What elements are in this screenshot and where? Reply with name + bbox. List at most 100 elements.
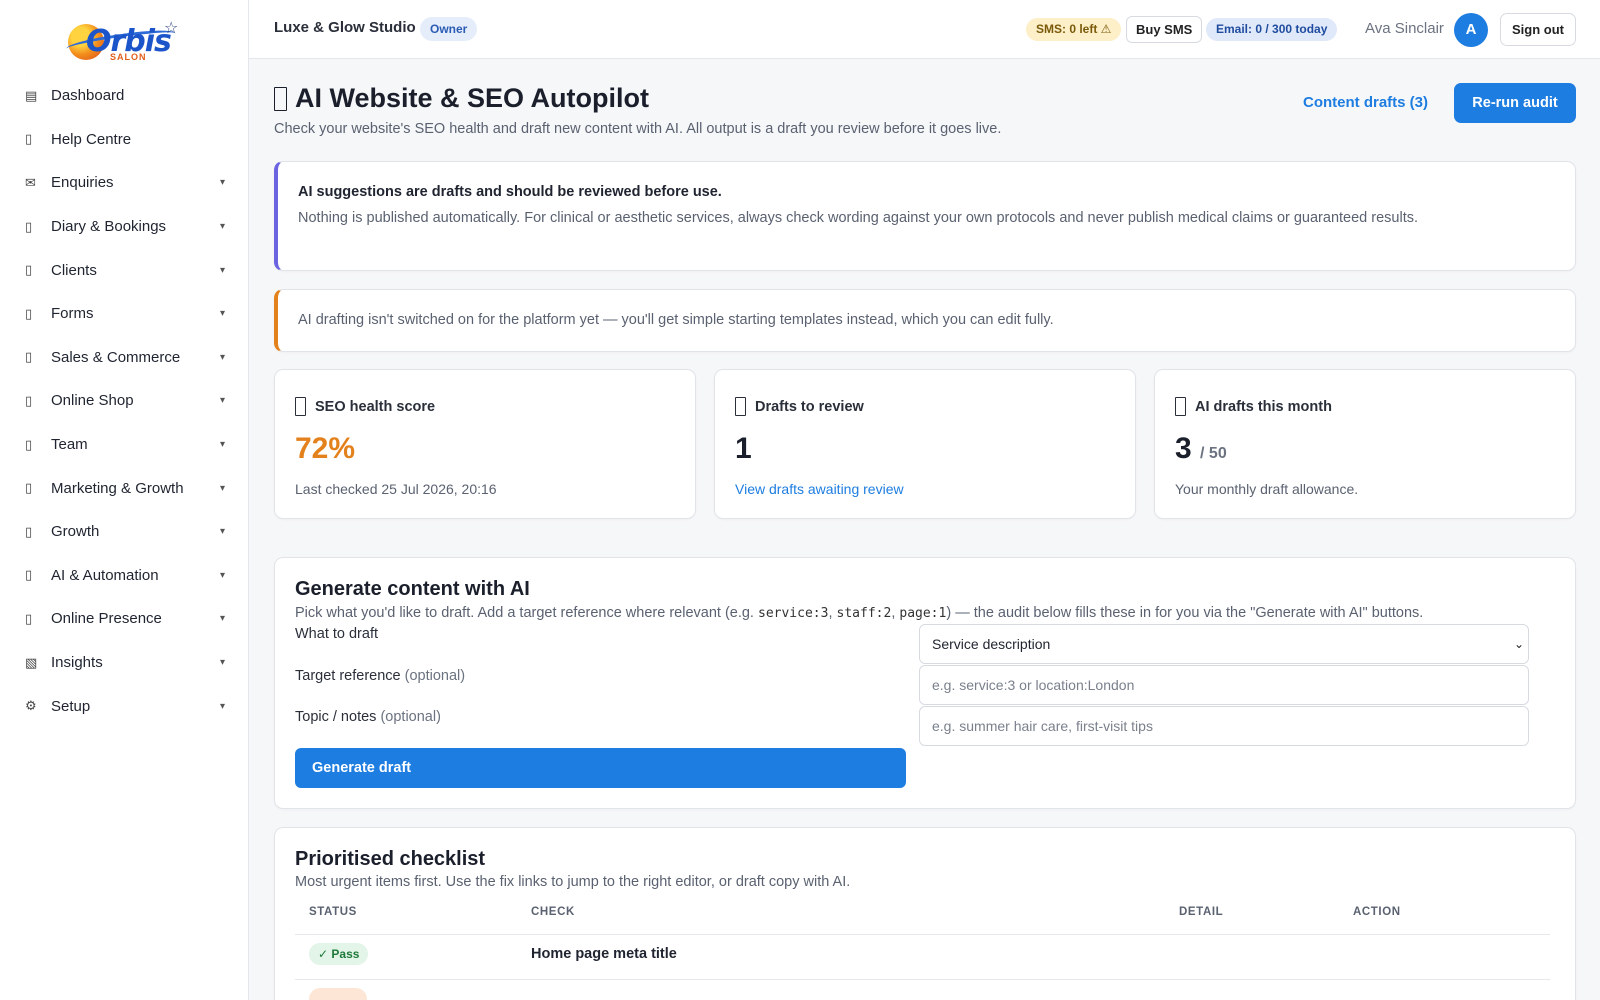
drafts-review-value: 1 (735, 432, 752, 465)
calendar-icon: ▯ (25, 218, 33, 234)
generate-draft-button[interactable]: Generate draft (295, 748, 906, 788)
envelope-icon: ✉ (25, 174, 36, 190)
sidebar-item-label: Marketing & Growth (51, 479, 184, 497)
status-badge: ✓ Pass (309, 943, 369, 965)
sidebar-item-label: AI & Automation (51, 566, 159, 584)
insights-icon: ▧ (25, 654, 38, 670)
gear-icon: ⚙ (25, 698, 37, 714)
seo-score-label: SEO health score (315, 398, 436, 415)
sidebar-item-team[interactable]: ▯ Team ▾ (0, 423, 249, 467)
optional-tag: (optional) (404, 668, 466, 684)
review-alert-heading: AI suggestions are drafts and should be … (298, 184, 722, 200)
studio-name: Luxe & Glow Studio (274, 19, 416, 36)
drafts-review-label: Drafts to review (755, 398, 864, 415)
sidebar-item-dashboard[interactable]: ▤ Dashboard (0, 74, 249, 118)
chevron-down-icon: ▾ (219, 613, 225, 625)
chevron-down-icon: ▾ (219, 308, 225, 320)
checklist-subtitle: Most urgent items first. Use the fix lin… (295, 874, 851, 890)
topic-notes-label: Topic / notes (optional) (295, 709, 441, 725)
sign-out-button[interactable]: Sign out (1500, 13, 1576, 46)
column-detail: DETAIL (1179, 906, 1224, 918)
chevron-down-icon: ▾ (219, 351, 225, 363)
user-name: Ava Sinclair (1365, 20, 1444, 37)
code-service: service:3 (758, 606, 829, 621)
sidebar-item-diary-bookings[interactable]: ▯ Diary & Bookings ▾ (0, 205, 249, 249)
column-check: CHECK (531, 906, 575, 918)
seo-score-card: SEO health score 72% Last checked 25 Jul… (274, 369, 696, 519)
generate-subtitle: Pick what you'd like to draft. Add a tar… (295, 605, 1423, 621)
globe-icon: ▯ (25, 610, 33, 626)
target-reference-input[interactable]: e.g. service:3 or location:London (919, 665, 1529, 705)
logo-sub: SALON (110, 52, 147, 62)
prioritised-checklist: Prioritised checklist Most urgent items … (274, 827, 1576, 1000)
orbis-salon-logo[interactable]: Orbis SALON ☆ (65, 18, 182, 64)
seo-score-title: SEO health score (295, 397, 435, 416)
sidebar-item-growth[interactable]: ▯ Growth ▾ (0, 510, 249, 554)
sidebar-item-clients[interactable]: ▯ Clients ▾ (0, 248, 249, 292)
top-bar: Luxe & Glow Studio Owner SMS: 0 left ⚠ B… (249, 0, 1600, 59)
sidebar-item-help-centre[interactable]: ▯ Help Centre (0, 118, 249, 162)
forms-icon: ▯ (25, 305, 33, 321)
chevron-down-icon: ▾ (219, 221, 225, 233)
sidebar-item-marketing-growth[interactable]: ▯ Marketing & Growth ▾ (0, 466, 249, 510)
generate-content-panel: Generate content with AI Pick what you'd… (274, 557, 1576, 809)
sales-icon: ▯ (25, 349, 33, 365)
main-content: AI Website & SEO Autopilot Check your we… (249, 59, 1600, 1000)
sidebar-item-label: Team (51, 436, 88, 454)
chart-icon (295, 397, 306, 416)
ai-drafts-limit: / 50 (1200, 445, 1227, 462)
sidebar: Orbis SALON ☆ ▤ Dashboard ▯ Help Centre … (0, 0, 249, 1000)
help-icon: ▯ (25, 131, 33, 147)
sidebar-item-label: Enquiries (51, 174, 114, 192)
sms-status-badge: SMS: 0 left ⚠ (1026, 18, 1122, 41)
sidebar-item-label: Online Presence (51, 610, 162, 628)
shop-icon: ▯ (25, 392, 33, 408)
view-drafts-link[interactable]: View drafts awaiting review (735, 481, 904, 497)
checklist-heading: Prioritised checklist (295, 848, 486, 870)
sidebar-item-forms[interactable]: ▯ Forms ▾ (0, 292, 249, 336)
sidebar-item-enquiries[interactable]: ✉ Enquiries ▾ (0, 161, 249, 205)
chevron-down-icon: ▾ (219, 569, 225, 581)
optional-tag: (optional) (380, 709, 441, 725)
robot-icon (274, 86, 287, 111)
team-icon: ▯ (25, 436, 33, 452)
email-status-badge: Email: 0 / 300 today (1206, 18, 1338, 41)
sidebar-item-insights[interactable]: ▧ Insights ▾ (0, 641, 249, 685)
chevron-down-icon: ▾ (219, 526, 225, 538)
chevron-down-icon: ▾ (219, 177, 225, 189)
target-reference-label: Target reference (optional) (295, 668, 465, 684)
generate-heading: Generate content with AI (295, 578, 530, 600)
sidebar-item-label: Dashboard (51, 87, 125, 105)
sidebar-item-sales-commerce[interactable]: ▯ Sales & Commerce ▾ (0, 336, 249, 380)
growth-icon: ▯ (25, 523, 33, 539)
ai-icon: ▯ (25, 567, 33, 583)
what-to-draft-label: What to draft (295, 626, 379, 642)
star-icon: ☆ (164, 20, 179, 37)
sidebar-item-online-presence[interactable]: ▯ Online Presence ▾ (0, 597, 249, 641)
ai-drafts-month-value: 3 / 50 (1175, 432, 1227, 466)
ai-drafts-month-label: AI drafts this month (1195, 398, 1332, 415)
avatar[interactable]: A (1454, 13, 1488, 47)
topic-notes-input[interactable]: e.g. summer hair care, first-visit tips (919, 706, 1529, 746)
sidebar-item-setup[interactable]: ⚙ Setup ▾ (0, 684, 249, 728)
sidebar-item-ai-automation[interactable]: ▯ AI & Automation ▾ (0, 554, 249, 598)
what-to-draft-select[interactable]: Service description ⌄ (919, 624, 1529, 664)
status-badge (309, 988, 367, 1000)
generate-sub-prefix: Pick what you'd like to draft. Add a tar… (295, 605, 758, 621)
sidebar-item-label: Clients (51, 261, 97, 279)
ai-drafts-note: Your monthly draft allowance. (1175, 481, 1359, 497)
chevron-down-icon: ▾ (219, 700, 225, 712)
what-to-draft-value: Service description (932, 636, 1051, 652)
seo-last-checked: Last checked 25 Jul 2026, 20:16 (295, 481, 497, 497)
buy-sms-button[interactable]: Buy SMS (1126, 16, 1203, 43)
rerun-audit-button[interactable]: Re-run audit (1454, 83, 1576, 123)
sidebar-item-label: Insights (51, 654, 103, 672)
review-alert: AI suggestions are drafts and should be … (274, 161, 1576, 271)
drafts-review-card: Drafts to review 1 View drafts awaiting … (714, 369, 1136, 519)
chevron-down-icon: ▾ (219, 264, 225, 276)
sidebar-item-label: Growth (51, 523, 100, 541)
target-reference-text: Target reference (295, 668, 401, 684)
document-icon (735, 397, 746, 416)
content-drafts-link[interactable]: Content drafts (3) (1303, 94, 1428, 111)
sidebar-item-online-shop[interactable]: ▯ Online Shop ▾ (0, 379, 249, 423)
